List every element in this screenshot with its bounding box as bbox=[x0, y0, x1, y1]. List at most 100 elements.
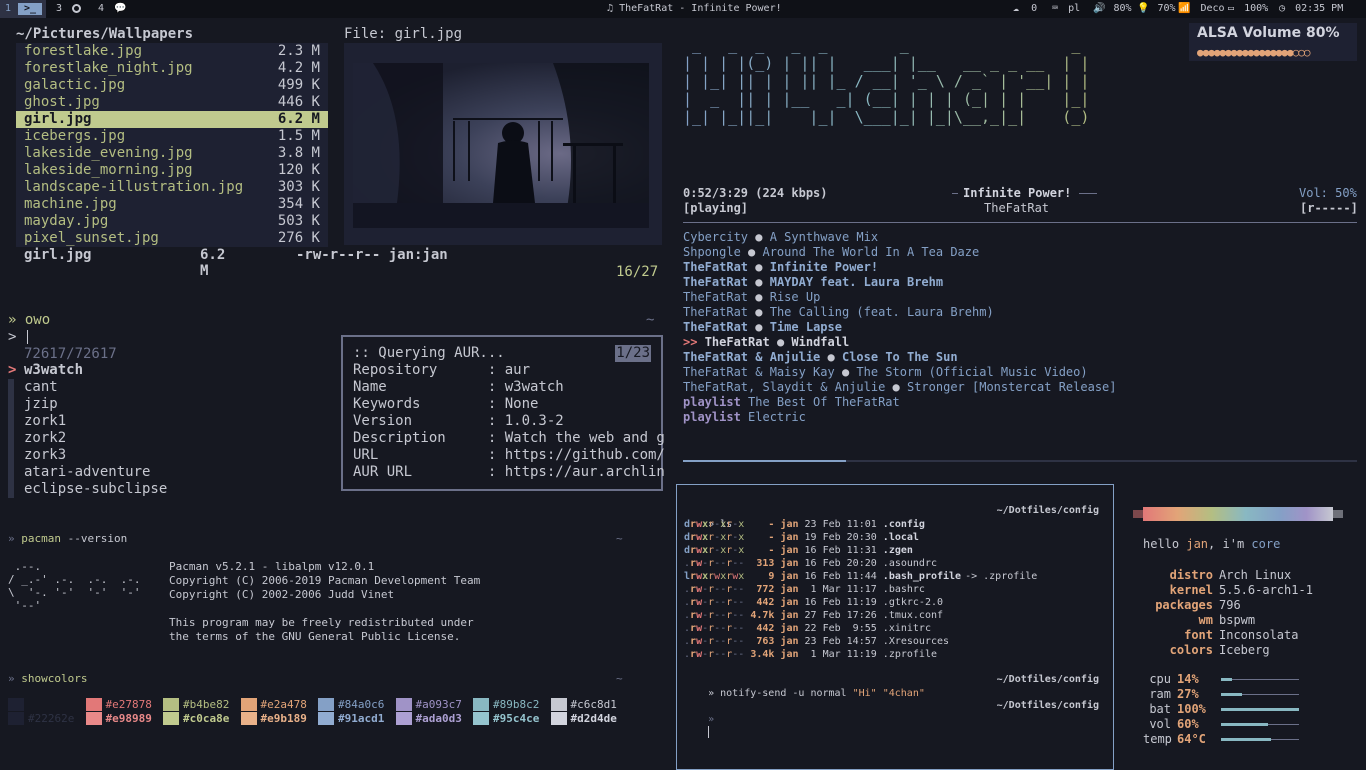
greeting-mid: , i'm bbox=[1208, 537, 1252, 551]
battery-indicator[interactable]: ▭ 100% bbox=[1228, 0, 1268, 18]
playlist-item[interactable]: >> TheFatRat ● Windfall bbox=[683, 335, 1117, 350]
search-command-text: » owo bbox=[8, 312, 51, 328]
result-item[interactable]: jzip bbox=[8, 396, 338, 413]
gutter bbox=[8, 379, 14, 396]
prompt-symbol: » bbox=[8, 532, 15, 545]
color-swatch bbox=[8, 712, 24, 725]
track-artist: Cybercity bbox=[683, 230, 749, 244]
sysinfo-row: font Inconsolata bbox=[1142, 628, 1313, 643]
clock[interactable]: ◷ 02:35 PM bbox=[1279, 0, 1343, 18]
file-name: landscape-illustration.jpg bbox=[24, 179, 244, 195]
ls-row: .rw-r--r-- 4.7k jan 27 Feb 17:26 .tmux.c… bbox=[684, 609, 943, 622]
color-swatch bbox=[395, 712, 412, 725]
file-row[interactable]: mayday.jpg 503 K bbox=[16, 213, 328, 230]
ls-date: 16 Feb 11:19 bbox=[798, 597, 883, 608]
updates-indicator[interactable]: ☁ 0 bbox=[1013, 0, 1037, 18]
status-filename: girl.jpg bbox=[24, 247, 92, 263]
file-row[interactable]: lakeside_evening.jpg 3.8 M bbox=[16, 145, 328, 162]
terminal-prompt[interactable]: » bbox=[684, 700, 714, 738]
search-input[interactable]: > bbox=[8, 329, 28, 345]
ls-row: .rw-r--r-- 3.4k jan 1 Mar 11:19 .zprofil… bbox=[684, 648, 937, 661]
file-name: machine.jpg bbox=[24, 196, 117, 212]
aur-info-line: Description : Watch the web and g bbox=[353, 430, 665, 446]
file-row[interactable]: lakeside_morning.jpg 120 K bbox=[16, 162, 328, 179]
ls-name: .gtkrc-2.0 bbox=[882, 597, 944, 608]
file-row[interactable]: pixel_sunset.jpg 276 K bbox=[16, 230, 328, 247]
ls-link-target: -> .zprofile bbox=[965, 571, 1038, 582]
file-row[interactable]: forestlake_night.jpg 4.2 M bbox=[16, 60, 328, 77]
pacman-tilde: ~ bbox=[616, 532, 623, 545]
playlist-item[interactable]: TheFatRat & Anjulie ● Close To The Sun bbox=[683, 350, 1117, 365]
track-title: Infinite Power! bbox=[769, 260, 879, 274]
updates-count: 0 bbox=[1031, 3, 1038, 14]
playlist-item[interactable]: playlist The Best Of TheFatRat bbox=[683, 395, 1117, 410]
wifi-icon: 📶 bbox=[1178, 3, 1191, 14]
result-item[interactable]: zork2 bbox=[8, 430, 338, 447]
volume-indicator[interactable]: 🔊 80% bbox=[1093, 0, 1132, 18]
license-line-1: This program may be freely redistributed… bbox=[169, 616, 474, 629]
aur-info-line: Repository : aur bbox=[353, 362, 531, 378]
file-row[interactable]: landscape-illustration.jpg 303 K bbox=[16, 179, 328, 196]
ls-name: .zprofile bbox=[882, 649, 937, 660]
ls-name: .bash_profile bbox=[882, 571, 962, 582]
pacman-license-text: This program may be freely redistributed… bbox=[169, 616, 474, 644]
file-list: forestlake.jpg 2.3 M forestlake_night.jpg 4… bbox=[16, 43, 328, 247]
color-hex-bright: #c0ca8e bbox=[183, 712, 230, 725]
workspace-3[interactable]: 3 bbox=[56, 0, 82, 18]
moon-icon bbox=[72, 3, 82, 13]
file-row[interactable]: icebergs.jpg 1.5 M bbox=[16, 128, 328, 145]
file-row[interactable]: girl.jpg 6.2 M bbox=[16, 111, 328, 128]
ls-row: drwxr-xr-x - jan 16 Feb 11:31 .zgen bbox=[684, 544, 913, 557]
result-item[interactable]: zork1 bbox=[8, 413, 338, 430]
battery-label: 100% bbox=[1244, 3, 1269, 14]
result-label: eclipse-subclipse bbox=[24, 481, 168, 497]
playlist-item[interactable]: TheFatRat ● Infinite Power! bbox=[683, 260, 1117, 275]
playlist-item[interactable]: TheFatRat, Slaydit & Anjulie ● Stronger … bbox=[683, 380, 1117, 395]
track-artist: TheFatRat & Anjulie bbox=[683, 350, 821, 364]
separator-dot: ● bbox=[748, 290, 770, 304]
file-row[interactable]: galactic.jpg 499 K bbox=[16, 77, 328, 94]
result-item[interactable]: zork3 bbox=[8, 447, 338, 464]
playlist-item[interactable]: playlist Electric bbox=[683, 410, 1117, 425]
playlist-item[interactable]: TheFatRat ● Time Lapse bbox=[683, 320, 1117, 335]
sysinfo-value: Arch Linux bbox=[1219, 568, 1292, 582]
sysinfo-value: 5.5.6-arch1-1 bbox=[1219, 583, 1313, 597]
playlist-item[interactable]: TheFatRat ● The Calling (feat. Laura Bre… bbox=[683, 305, 1117, 320]
aur-info-line: Version : 1.0.3-2 bbox=[353, 413, 564, 429]
keyboard-layout[interactable]: ⌨ pl bbox=[1052, 0, 1080, 18]
file-row[interactable]: ghost.jpg 446 K bbox=[16, 94, 328, 111]
result-item[interactable]: eclipse-subclipse bbox=[8, 481, 338, 498]
sysinfo-row: distro Arch Linux bbox=[1142, 568, 1313, 583]
stat-row: cpu 14% bbox=[1143, 672, 1299, 687]
result-label: zork1 bbox=[24, 413, 67, 429]
showcolors-command: » showcolors bbox=[8, 672, 87, 685]
color-hex: #e2a478 bbox=[260, 698, 307, 711]
ls-name: .tmux.conf bbox=[882, 610, 944, 621]
file-row[interactable]: forestlake.jpg 2.3 M bbox=[16, 43, 328, 60]
playlist-item[interactable]: TheFatRat ● Rise Up bbox=[683, 290, 1117, 305]
ls-permissions: lrwxrwxrwx bbox=[684, 571, 745, 582]
separator-dot: ● bbox=[748, 230, 770, 244]
greeting-prefix: hello bbox=[1143, 537, 1187, 551]
color-swatch bbox=[85, 698, 102, 711]
now-playing[interactable]: ♫ TheFatRat - Infinite Power! bbox=[607, 0, 782, 18]
playlist-item[interactable]: TheFatRat ● MAYDAY feat. Laura Brehm bbox=[683, 275, 1117, 290]
color-swatch bbox=[318, 698, 334, 711]
playlist-item[interactable]: TheFatRat & Maisy Kay ● The Storm (Offic… bbox=[683, 365, 1117, 380]
ls-permissions: .rw-r--r-- bbox=[684, 623, 745, 634]
playlist-item[interactable]: Cybercity ● A Synthwave Mix bbox=[683, 230, 1117, 245]
wifi-indicator[interactable]: 📶 Deco bbox=[1178, 0, 1225, 18]
playlist-item[interactable]: Shpongle ● Around The World In A Tea Daz… bbox=[683, 245, 1117, 260]
ls-user: jan bbox=[780, 558, 799, 569]
track-artist: playlist bbox=[683, 395, 741, 409]
result-item[interactable]: atari-adventure bbox=[8, 464, 338, 481]
brightness-indicator[interactable]: 💡 70% bbox=[1137, 0, 1176, 18]
terminal-window[interactable]: » ls ~/Dotfiles/config drwxr-xr-x - jan … bbox=[676, 484, 1114, 770]
workspace-1[interactable]: 1 >_ bbox=[0, 0, 46, 18]
workspace-4[interactable]: 4 💬 bbox=[98, 0, 127, 18]
result-item[interactable]: > w3watch bbox=[8, 362, 338, 379]
result-item[interactable]: cant bbox=[8, 379, 338, 396]
file-row[interactable]: machine.jpg 354 K bbox=[16, 196, 328, 213]
separator-dot: ● bbox=[769, 335, 792, 349]
top-bar: 1 >_ 3 4 💬 ♫ TheFatRat - Infinite Power!… bbox=[0, 0, 1366, 18]
